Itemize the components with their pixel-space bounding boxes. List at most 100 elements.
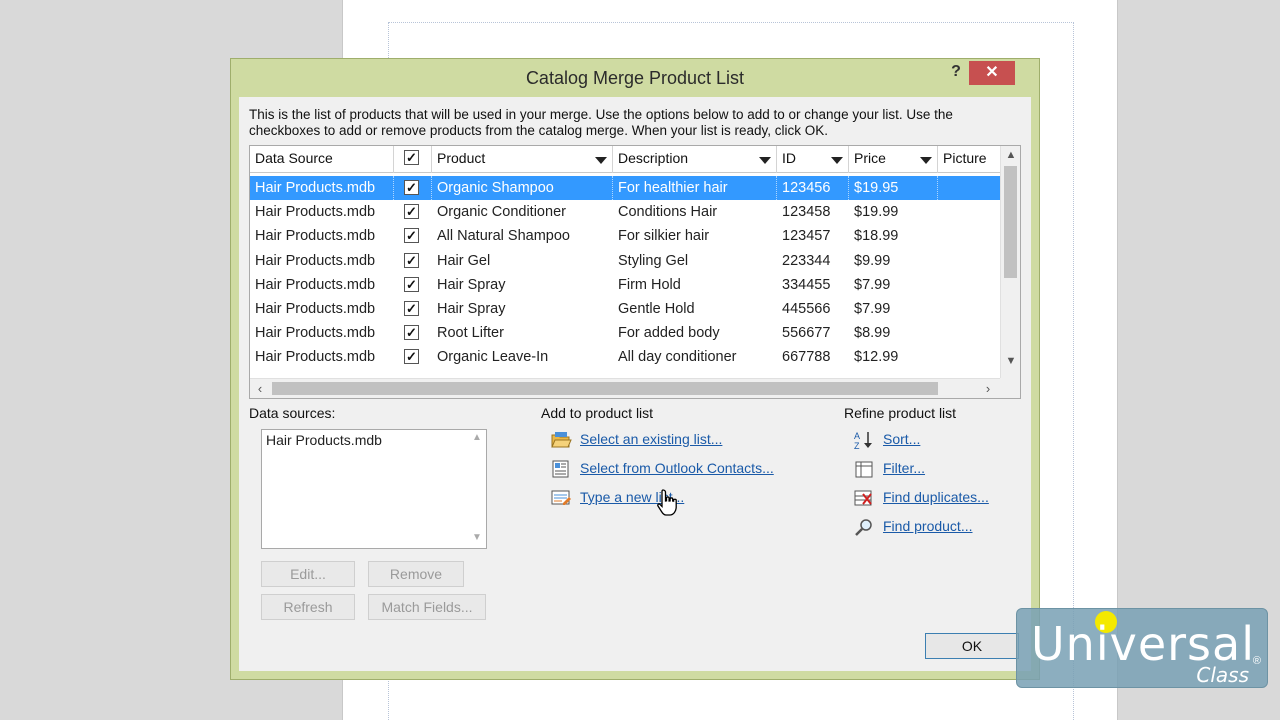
cell-product[interactable]: Organic Shampoo <box>432 176 613 200</box>
cell-source[interactable]: Hair Products.mdb <box>250 273 394 297</box>
cell-product[interactable]: Hair Gel <box>432 249 613 273</box>
table-row[interactable]: Hair Products.mdb ✓ Root Lifter For added b… <box>250 321 1002 345</box>
horizontal-scroll-thumb[interactable] <box>272 382 938 395</box>
cell-description[interactable]: For healthier hair <box>613 176 777 200</box>
id-dropdown-icon[interactable] <box>831 157 843 164</box>
cell-description[interactable]: Firm Hold <box>613 273 777 297</box>
cell-checked[interactable]: ✓ <box>394 345 432 369</box>
cell-description[interactable]: Styling Gel <box>613 249 777 273</box>
cell-source[interactable]: Hair Products.mdb <box>250 297 394 321</box>
sort-link[interactable]: AZ Sort... <box>853 430 973 452</box>
column-product[interactable]: Product <box>432 146 613 173</box>
cell-product[interactable]: Organic Leave-In <box>432 345 613 369</box>
cell-price[interactable]: $7.99 <box>849 273 938 297</box>
cell-id[interactable]: 334455 <box>777 273 849 297</box>
scroll-up-icon[interactable]: ▲ <box>1001 146 1020 164</box>
table-row[interactable]: Hair Products.mdb ✓ Organic Conditioner Con… <box>250 200 1002 224</box>
cell-checked[interactable]: ✓ <box>394 297 432 321</box>
cell-checked[interactable]: ✓ <box>394 273 432 297</box>
table-row[interactable]: Hair Products.mdb ✓ Hair Gel Styling Gel 223… <box>250 249 1002 273</box>
cell-checked[interactable]: ✓ <box>394 224 432 248</box>
filter-link[interactable]: Filter... <box>853 459 973 481</box>
column-data-source[interactable]: Data Source <box>250 146 394 173</box>
cell-picture[interactable] <box>938 345 1002 369</box>
row-checkbox[interactable]: ✓ <box>404 204 419 220</box>
cell-source[interactable]: Hair Products.mdb <box>250 249 394 273</box>
cell-product[interactable]: All Natural Shampoo <box>432 224 613 248</box>
cell-id[interactable]: 123457 <box>777 224 849 248</box>
cell-picture[interactable] <box>938 273 1002 297</box>
select-existing-list-link[interactable]: Select an existing list... <box>550 430 790 452</box>
cell-product[interactable]: Hair Spray <box>432 273 613 297</box>
scroll-down-icon[interactable]: ▼ <box>1001 352 1020 370</box>
product-dropdown-icon[interactable] <box>595 157 607 164</box>
find-duplicates-link[interactable]: Find duplicates... <box>853 488 1013 510</box>
cell-picture[interactable] <box>938 249 1002 273</box>
edit-button[interactable]: Edit... <box>261 561 355 587</box>
cell-description[interactable]: For added body <box>613 321 777 345</box>
cell-checked[interactable]: ✓ <box>394 321 432 345</box>
column-select-all[interactable]: ✓ <box>394 146 432 173</box>
select-all-checkbox[interactable]: ✓ <box>404 150 419 165</box>
cell-price[interactable]: $8.99 <box>849 321 938 345</box>
table-row[interactable]: Hair Products.mdb ✓ Hair Spray Gentle Hold 4… <box>250 297 1002 321</box>
ok-button[interactable]: OK <box>925 633 1019 659</box>
table-row[interactable]: Hair Products.mdb ✓ All Natural Shampoo For… <box>250 224 1002 248</box>
column-id[interactable]: ID <box>777 146 849 173</box>
row-checkbox[interactable]: ✓ <box>404 325 419 341</box>
cell-price[interactable]: $18.99 <box>849 224 938 248</box>
find-product-link[interactable]: Find product... <box>853 517 1003 539</box>
cell-price[interactable]: $7.99 <box>849 297 938 321</box>
cell-id[interactable]: 556677 <box>777 321 849 345</box>
scroll-left-icon[interactable]: ‹ <box>250 379 270 398</box>
cell-id[interactable]: 667788 <box>777 345 849 369</box>
row-checkbox[interactable]: ✓ <box>404 228 419 244</box>
cell-price[interactable]: $19.95 <box>849 176 938 200</box>
cell-price[interactable]: $12.99 <box>849 345 938 369</box>
cell-product[interactable]: Root Lifter <box>432 321 613 345</box>
select-outlook-contacts-link[interactable]: Select from Outlook Contacts... <box>550 459 800 481</box>
cell-checked[interactable]: ✓ <box>394 176 432 200</box>
sort-text[interactable]: Sort... <box>883 431 920 447</box>
vertical-scrollbar[interactable]: ▲ ▼ <box>1000 146 1020 378</box>
cell-description[interactable]: Gentle Hold <box>613 297 777 321</box>
cell-checked[interactable]: ✓ <box>394 249 432 273</box>
row-checkbox[interactable]: ✓ <box>404 301 419 316</box>
match-fields-button[interactable]: Match Fields... <box>368 594 486 620</box>
row-checkbox[interactable]: ✓ <box>404 276 419 292</box>
cell-source[interactable]: Hair Products.mdb <box>250 224 394 248</box>
row-checkbox[interactable]: ✓ <box>404 180 419 195</box>
listbox-up-icon[interactable]: ▲ <box>468 432 486 443</box>
cell-description[interactable]: Conditions Hair <box>613 200 777 224</box>
listbox-scrollbar[interactable]: ▲ ▼ <box>468 430 486 548</box>
cell-checked[interactable]: ✓ <box>394 200 432 224</box>
title-bar[interactable]: Catalog Merge Product List ? ✕ <box>231 59 1039 97</box>
cell-product[interactable]: Hair Spray <box>432 297 613 321</box>
remove-button[interactable]: Remove <box>368 561 464 587</box>
table-row[interactable]: Hair Products.mdb ✓ Hair Spray Firm Hold 334… <box>250 273 1002 297</box>
data-sources-listbox[interactable]: Hair Products.mdb ▲ ▼ <box>261 429 487 549</box>
row-checkbox[interactable]: ✓ <box>404 252 419 268</box>
cell-id[interactable]: 123456 <box>777 176 849 200</box>
table-row[interactable]: Hair Products.mdb ✓ Organic Shampoo For hea… <box>250 176 1002 200</box>
cell-description[interactable]: All day conditioner <box>613 345 777 369</box>
refresh-button[interactable]: Refresh <box>261 594 355 620</box>
cell-picture[interactable] <box>938 200 1002 224</box>
cell-id[interactable]: 123458 <box>777 200 849 224</box>
find-duplicates-text[interactable]: Find duplicates... <box>883 489 989 505</box>
description-dropdown-icon[interactable] <box>759 157 771 164</box>
cell-picture[interactable] <box>938 321 1002 345</box>
cell-source[interactable]: Hair Products.mdb <box>250 345 394 369</box>
filter-text[interactable]: Filter... <box>883 460 925 476</box>
cell-price[interactable]: $9.99 <box>849 249 938 273</box>
column-price[interactable]: Price <box>849 146 938 173</box>
cell-price[interactable]: $19.99 <box>849 200 938 224</box>
select-outlook-contacts-text[interactable]: Select from Outlook Contacts... <box>580 460 774 476</box>
listbox-down-icon[interactable]: ▼ <box>468 532 486 543</box>
cell-picture[interactable] <box>938 297 1002 321</box>
horizontal-scrollbar[interactable]: ‹ › <box>250 378 1002 398</box>
cell-picture[interactable] <box>938 176 1002 200</box>
column-description[interactable]: Description <box>613 146 777 173</box>
cell-source[interactable]: Hair Products.mdb <box>250 200 394 224</box>
type-new-list-link[interactable]: Type a new list... <box>550 488 730 510</box>
